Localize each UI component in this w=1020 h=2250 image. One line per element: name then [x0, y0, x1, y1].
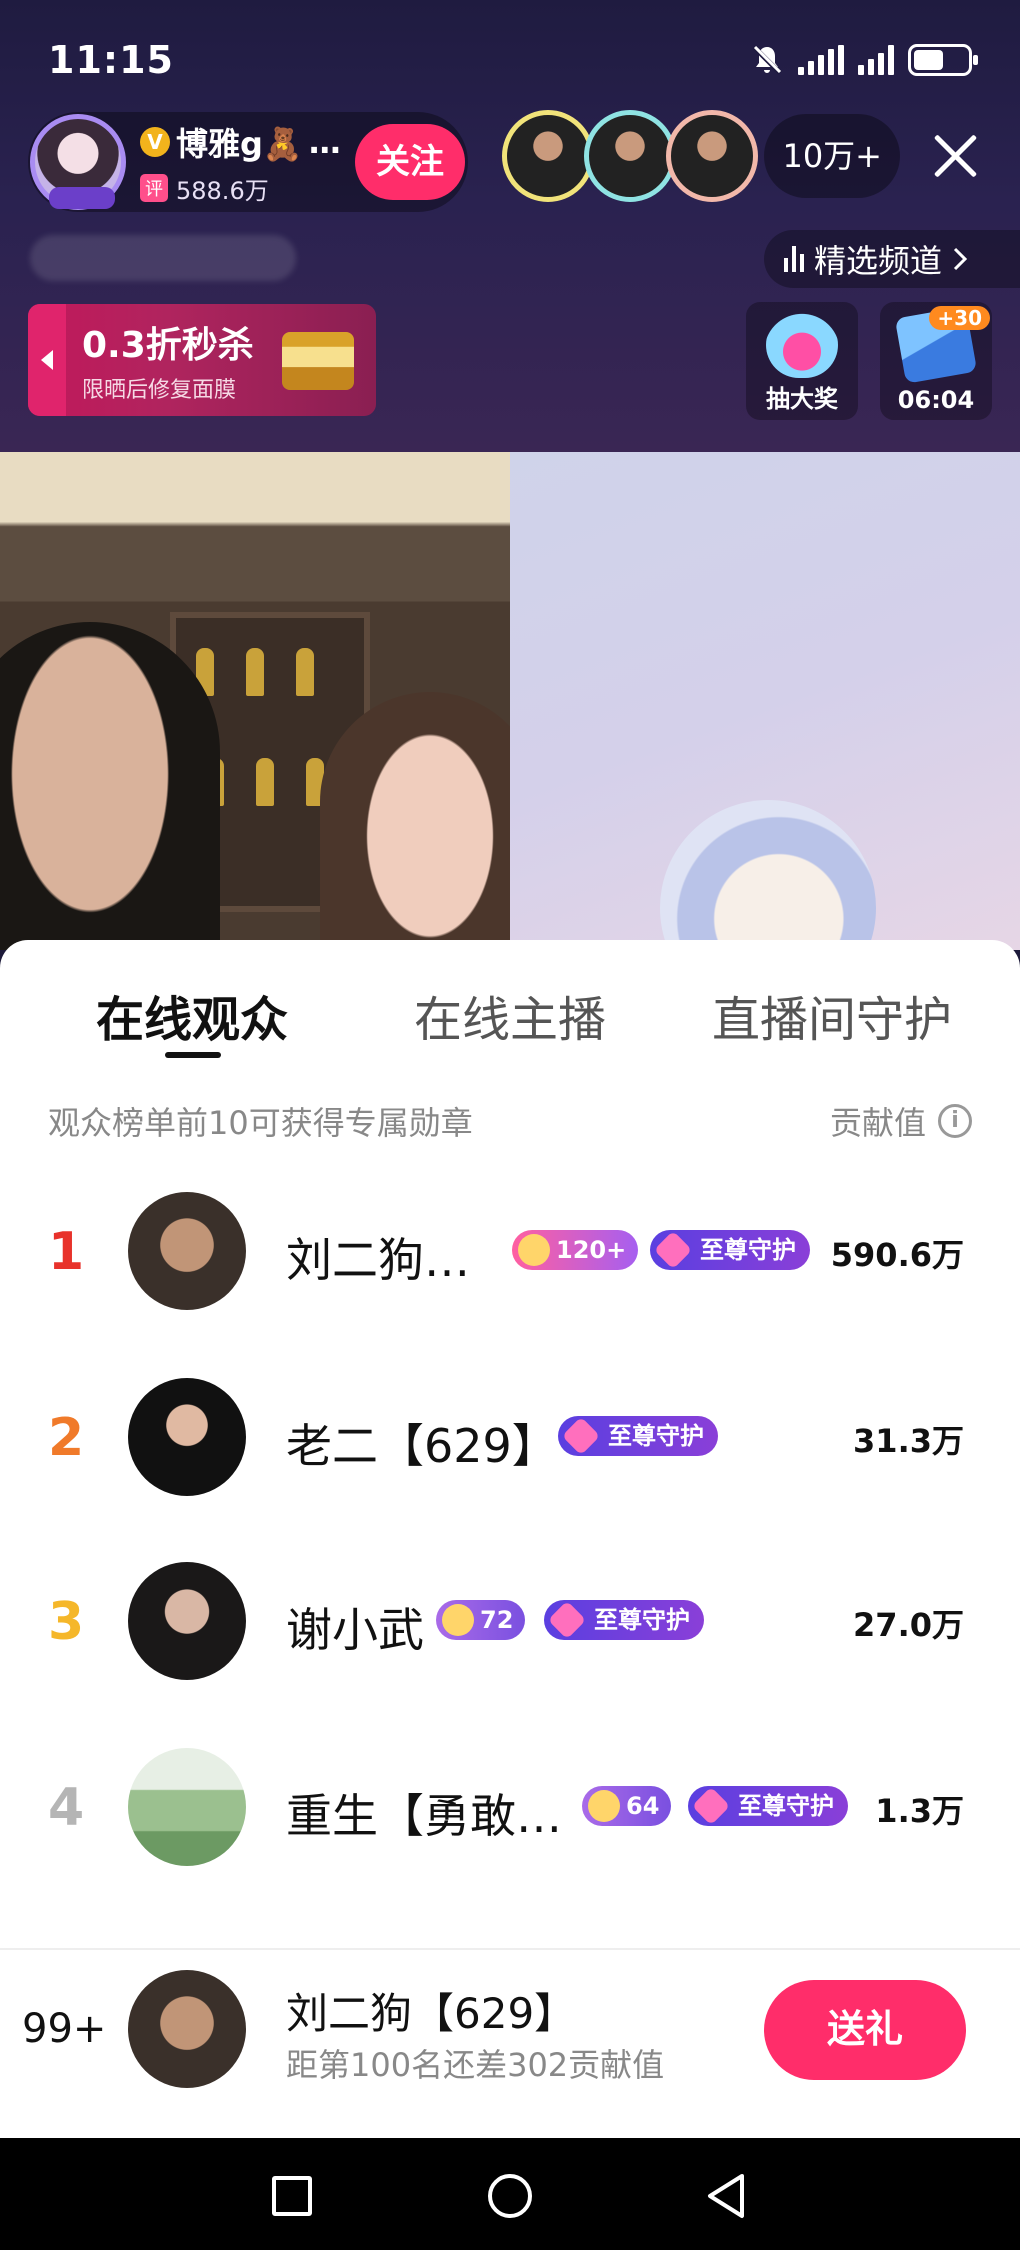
user-name: 刘二狗…	[286, 1233, 470, 1287]
avatar[interactable]	[128, 1378, 246, 1496]
level-badge: 64	[582, 1786, 672, 1826]
divider	[0, 1948, 1020, 1950]
signal-icon-2	[858, 45, 894, 75]
channel-label: 精选频道	[814, 242, 943, 280]
user-name: 谢小武	[286, 1603, 424, 1657]
rank-number: 1	[48, 1222, 85, 1282]
contribution-header[interactable]: 贡献值 i	[830, 1098, 972, 1144]
follow-button[interactable]: 关注	[355, 124, 465, 200]
streamer-woman	[320, 692, 510, 950]
level-badge: 120+	[512, 1230, 639, 1270]
close-icon[interactable]	[928, 128, 982, 182]
my-name: 刘二狗【629】	[286, 1989, 577, 2038]
top-viewers[interactable]: 10万+	[502, 110, 900, 202]
host-video	[0, 452, 510, 950]
guard-badge: 至尊守护	[558, 1416, 718, 1456]
rank-number: 4	[48, 1778, 85, 1838]
rank-number: 3	[48, 1592, 85, 1652]
viewer-avatar[interactable]	[584, 110, 677, 202]
info-icon[interactable]: i	[938, 1104, 972, 1138]
user-name: 重生【勇敢…	[286, 1789, 562, 1843]
viewer-avatar[interactable]	[502, 110, 595, 202]
contribution-value: 31.3万	[853, 1422, 964, 1460]
verified-icon: V	[140, 126, 170, 157]
blurred-notice	[30, 235, 296, 281]
viewer-avatar[interactable]	[666, 110, 759, 202]
more-ellipsis: …	[308, 122, 341, 161]
channel-button[interactable]: 精选频道	[764, 230, 1020, 288]
signal-icon	[798, 45, 844, 75]
bonus-badge: +30	[929, 306, 990, 330]
level-badge: 72	[436, 1600, 526, 1640]
host-name: 博雅g🧸	[176, 124, 303, 163]
tab-online-hosts[interactable]: 在线主播	[414, 980, 606, 1050]
contribution-value: 590.6万	[830, 1236, 964, 1274]
avatar[interactable]	[128, 1748, 246, 1866]
streamer-man	[0, 622, 220, 950]
gap-hint: 距第100名还差302贡献值	[286, 2046, 665, 2084]
chevron-right-icon	[953, 247, 968, 271]
guard-badge: 至尊守护	[650, 1230, 810, 1270]
tab-indicator	[165, 1052, 221, 1058]
rating-badge: 评	[140, 174, 168, 202]
flash-sale-card[interactable]: 0.3折秒杀 限晒后修复面膜	[28, 304, 376, 416]
promo-title: 0.3折秒杀	[82, 325, 254, 366]
ranking-hint: 观众榜单前10可获得专属勋章	[48, 1104, 473, 1142]
ranking-row[interactable]: 1 刘二狗… 120+ 至尊守护 590.6万	[0, 1186, 1020, 1316]
host-avatar[interactable]	[30, 114, 126, 210]
viewer-count[interactable]: 10万+	[764, 114, 900, 198]
ranking-row[interactable]: 2 老二【629】 至尊守护 31.3万	[0, 1372, 1020, 1502]
my-rank: 99+	[22, 2006, 107, 2052]
guard-badge: 至尊守护	[688, 1786, 848, 1826]
audience-panel: 在线观众 在线主播 直播间守护 观众榜单前10可获得专属勋章 贡献值 i 1 刘…	[0, 940, 1020, 2138]
lottery-button[interactable]: 抽大奖	[746, 302, 858, 420]
contribution-value: 1.3万	[875, 1792, 964, 1830]
contribution-label: 贡献值	[829, 1104, 926, 1142]
product-image	[282, 332, 354, 390]
my-avatar[interactable]	[128, 1970, 246, 2088]
live-video[interactable]	[0, 452, 1020, 1016]
avatar[interactable]	[128, 1562, 246, 1680]
host-score: 588.6万	[176, 176, 269, 205]
heart-gift-icon	[766, 312, 838, 378]
collapse-arrow-icon[interactable]	[28, 304, 66, 416]
panel-tabs: 在线观众 在线主播 直播间守护	[0, 980, 1020, 1060]
popularity-button[interactable]: +30 06:04	[880, 302, 992, 420]
lottery-label: 抽大奖	[766, 385, 838, 413]
contribution-value: 27.0万	[853, 1606, 964, 1644]
home-icon[interactable]	[488, 2174, 532, 2218]
send-gift-button[interactable]: 送礼	[764, 1980, 966, 2080]
user-name: 老二【629】	[286, 1419, 558, 1473]
mute-bell-icon	[752, 45, 782, 75]
avatar[interactable]	[128, 1192, 246, 1310]
promo-subtitle: 限晒后修复面膜	[82, 378, 237, 403]
ranking-row[interactable]: 3 谢小武 72 至尊守护 27.0万	[0, 1556, 1020, 1686]
battery-icon	[908, 44, 978, 76]
status-bar: 11:15	[48, 30, 978, 90]
system-icons	[750, 43, 978, 77]
countdown-label: 06:04	[897, 386, 975, 414]
clock: 11:15	[48, 38, 174, 82]
tab-online-audience[interactable]: 在线观众	[96, 980, 288, 1050]
navigation-bar	[0, 2138, 1020, 2250]
tab-room-guardians[interactable]: 直播间守护	[712, 980, 952, 1050]
ranking-row[interactable]: 4 重生【勇敢… 64 至尊守护 1.3万	[0, 1742, 1020, 1872]
guard-badge: 至尊守护	[544, 1600, 704, 1640]
bars-icon	[784, 246, 804, 272]
rank-number: 2	[48, 1408, 85, 1468]
live-header: 11:15 V 博雅g🧸 … 评 588.6万 关注 10万+ 精选频道 0.3…	[0, 0, 1020, 452]
guest-video	[510, 452, 1020, 1016]
recent-apps-icon[interactable]	[272, 2176, 312, 2216]
